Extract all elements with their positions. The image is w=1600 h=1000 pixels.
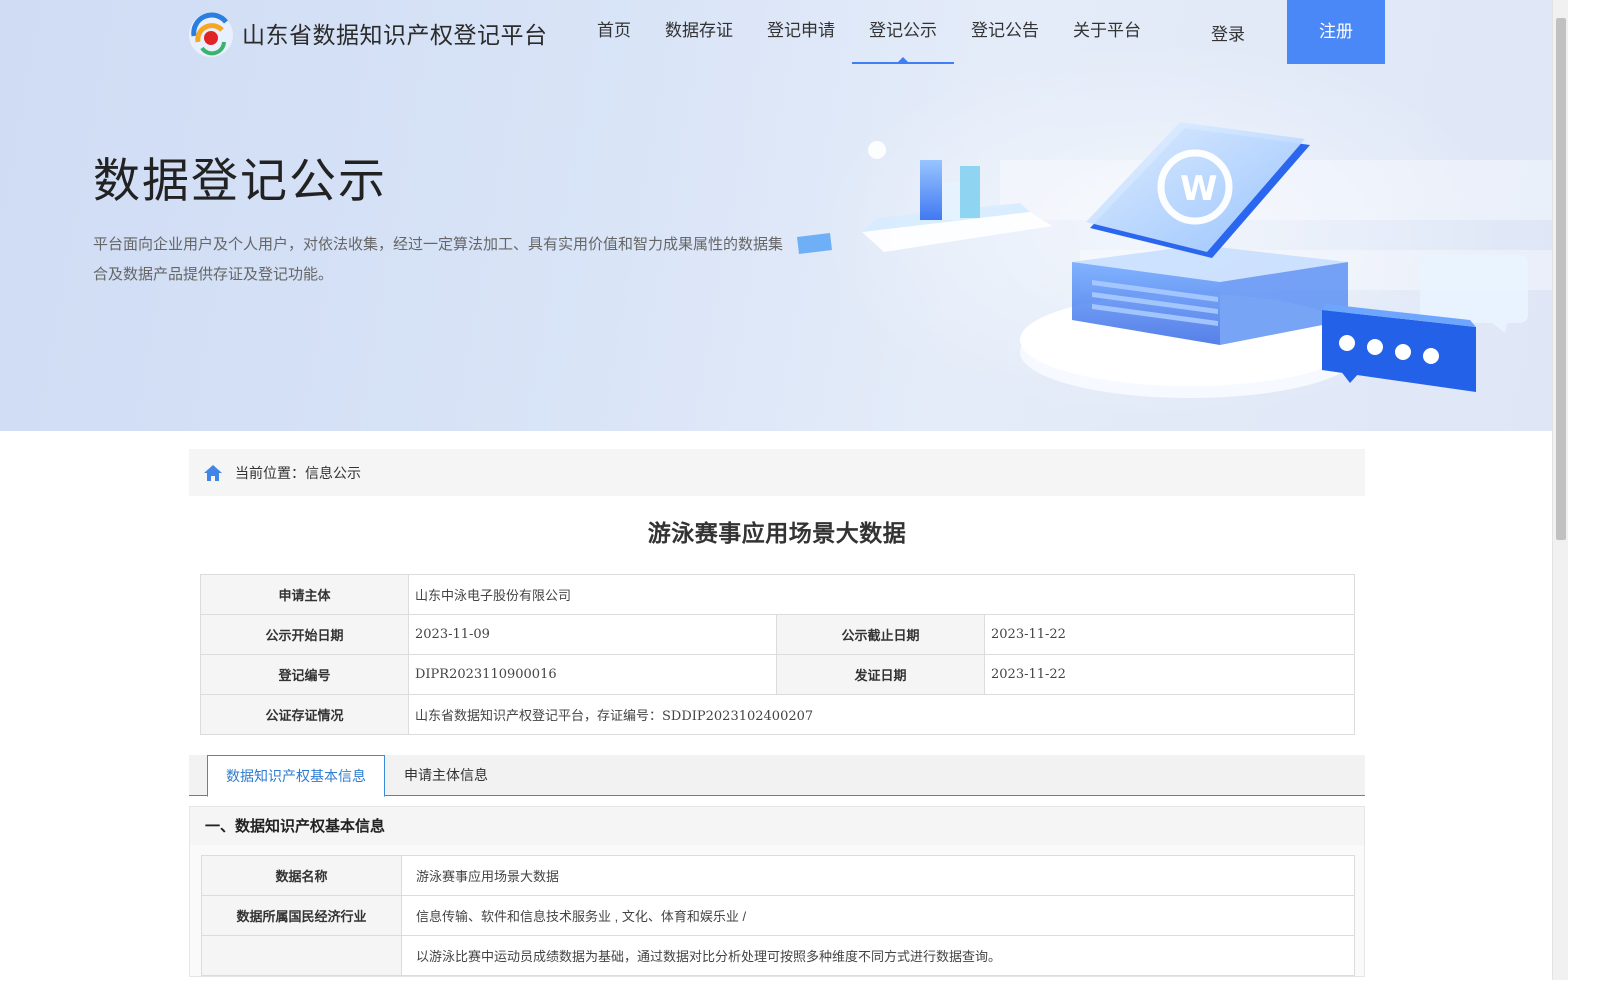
- breadcrumb-current[interactable]: 信息公示: [305, 463, 361, 483]
- detail-title: 游泳赛事应用场景大数据: [647, 520, 907, 547]
- data-name-label: 数据名称: [201, 855, 402, 896]
- main-content: 当前位置： 信息公示 游泳赛事应用场景大数据 申请主体 山东中泳电子股份有限公司…: [189, 449, 1365, 977]
- tab-bar: 数据知识产权基本信息 申请主体信息: [189, 755, 1365, 797]
- table-row: 申请主体 山东中泳电子股份有限公司: [200, 574, 1355, 615]
- main-nav: 首页 数据存证 登记申请 登记公示 登记公告 关于平台: [580, 0, 1158, 64]
- page-scrollbar[interactable]: [1552, 0, 1568, 980]
- description-value: 以游泳比赛中运动员成绩数据为基础，通过数据对比分析处理可按照多种维度不同方式进行…: [401, 935, 1355, 976]
- nav-item-registration-notice[interactable]: 登记公告: [954, 0, 1056, 64]
- description-label: [201, 935, 402, 976]
- end-date-label: 公示截止日期: [776, 614, 985, 655]
- register-button[interactable]: 注册: [1287, 0, 1385, 64]
- table-row: 数据名称 游泳赛事应用场景大数据: [201, 855, 1355, 896]
- svg-text:W: W: [1180, 169, 1218, 209]
- breadcrumb: 当前位置： 信息公示: [189, 449, 1365, 496]
- hero-banner: W 山东省数据知识产权登记平台 首页 数据存证 登记申请 登记公示 登记公告 关…: [0, 0, 1552, 431]
- nav-item-registration-publicity[interactable]: 登记公示: [852, 0, 954, 64]
- applicant-label: 申请主体: [200, 574, 409, 615]
- tab-applicant-info[interactable]: 申请主体信息: [404, 755, 488, 796]
- issue-date-label: 发证日期: [776, 654, 985, 695]
- notary-value: 山东省数据知识产权登记平台，存证编号：SDDIP2023102400207: [408, 694, 1355, 735]
- end-date-value: 2023-11-22: [984, 614, 1355, 655]
- notary-label: 公证存证情况: [200, 694, 409, 735]
- home-icon: [204, 464, 222, 481]
- login-link[interactable]: 登录: [1211, 20, 1245, 45]
- table-row: 登记编号 DIPR2023110900016 发证日期 2023-11-22: [200, 654, 1355, 695]
- platform-logo-icon: [189, 12, 233, 57]
- site-title: 山东省数据知识产权登记平台: [242, 22, 548, 48]
- industry-value: 信息传输、软件和信息技术服务业 , 文化、体育和娱乐业 /: [401, 895, 1355, 936]
- table-row: 公示开始日期 2023-11-09 公示截止日期 2023-11-22: [200, 614, 1355, 655]
- hero-illustration: W: [797, 122, 1528, 398]
- section-heading: 一、数据知识产权基本信息: [190, 807, 1364, 845]
- nav-item-registration-apply[interactable]: 登记申请: [750, 0, 852, 64]
- publicity-info-table: 申请主体 山东中泳电子股份有限公司 公示开始日期 2023-11-09 公示截止…: [200, 574, 1355, 735]
- reg-no-label: 登记编号: [200, 654, 409, 695]
- scrollbar-thumb[interactable]: [1556, 18, 1566, 540]
- issue-date-value: 2023-11-22: [984, 654, 1355, 695]
- reg-no-value: DIPR2023110900016: [408, 654, 777, 695]
- data-name-value: 游泳赛事应用场景大数据: [401, 855, 1355, 896]
- industry-label: 数据所属国民经济行业: [201, 895, 402, 936]
- basic-info-table: 数据名称 游泳赛事应用场景大数据 数据所属国民经济行业 信息传输、软件和信息技术…: [201, 855, 1355, 976]
- site-logo[interactable]: 山东省数据知识产权登记平台: [186, 8, 548, 58]
- nav-item-data-storage[interactable]: 数据存证: [648, 0, 750, 64]
- start-date-value: 2023-11-09: [408, 614, 777, 655]
- breadcrumb-prefix: 当前位置：: [235, 464, 305, 481]
- nav-item-about[interactable]: 关于平台: [1056, 0, 1158, 64]
- basic-info-section: 一、数据知识产权基本信息 数据名称 游泳赛事应用场景大数据 数据所属国民经济行业…: [189, 806, 1365, 977]
- table-row: 以游泳比赛中运动员成绩数据为基础，通过数据对比分析处理可按照多种维度不同方式进行…: [201, 935, 1355, 976]
- table-row: 公证存证情况 山东省数据知识产权登记平台，存证编号：SDDIP202310240…: [200, 694, 1355, 735]
- hero-description: 平台面向企业用户及个人用户，对依法收集，经过一定算法加工、具有实用价值和智力成果…: [93, 236, 784, 283]
- table-row: 数据所属国民经济行业 信息传输、软件和信息技术服务业 , 文化、体育和娱乐业 /: [201, 895, 1355, 936]
- start-date-label: 公示开始日期: [200, 614, 409, 655]
- tab-basic-info[interactable]: 数据知识产权基本信息: [207, 755, 385, 797]
- nav-item-home[interactable]: 首页: [580, 0, 648, 64]
- applicant-value: 山东中泳电子股份有限公司: [408, 574, 1355, 615]
- hero-title: 数据登记公示: [93, 154, 387, 209]
